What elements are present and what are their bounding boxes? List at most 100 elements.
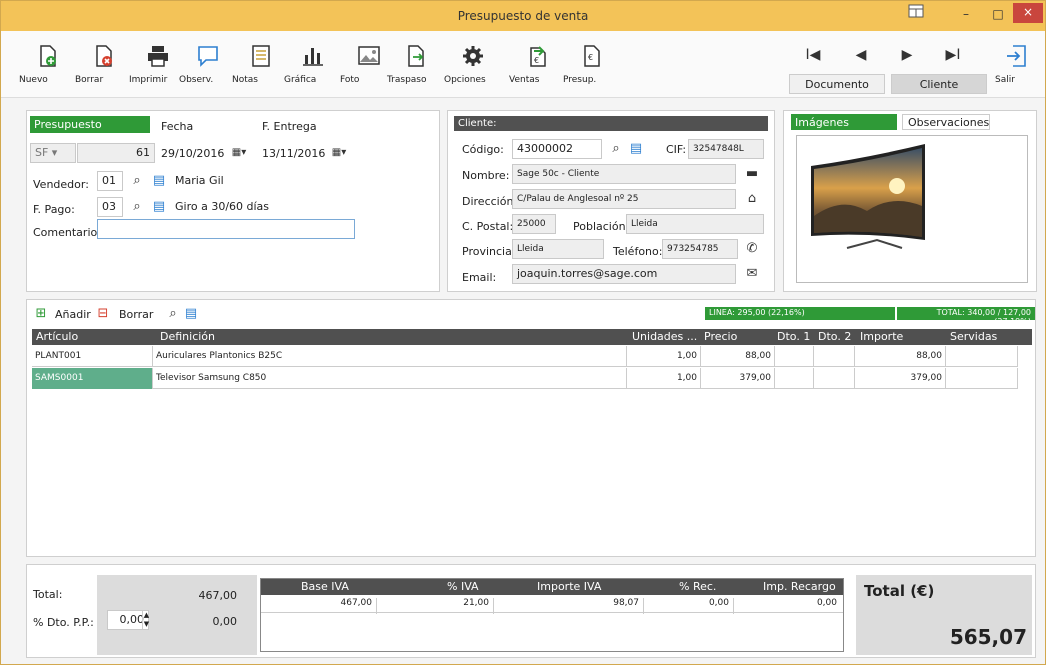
col-pct-iva: % IVA xyxy=(447,580,479,593)
grafica-button[interactable]: Gráfica xyxy=(284,45,342,85)
search-icon-2[interactable]: ⌕ xyxy=(129,199,145,215)
delete-line-button[interactable]: Borrar xyxy=(119,308,153,321)
home-icon[interactable]: ⌂ xyxy=(744,191,760,207)
col-importe[interactable]: Importe xyxy=(860,330,903,343)
gear-icon xyxy=(463,46,483,66)
cell-dto2[interactable] xyxy=(814,346,855,367)
nombre-label: Nombre: xyxy=(462,169,510,182)
open-record-icon-4[interactable]: ▤ xyxy=(183,306,199,322)
search-icon-3[interactable]: ⌕ xyxy=(608,141,624,157)
cell-dto1[interactable] xyxy=(775,346,814,367)
table-row[interactable]: PLANT001 Auriculares Plantonics B25C 1,0… xyxy=(32,346,1018,367)
dto-label: % Dto. P.P.: xyxy=(33,616,94,629)
chat-icon[interactable]: ▬ xyxy=(744,166,760,182)
borrar-label: Borrar xyxy=(75,75,104,85)
television-image xyxy=(811,144,925,249)
presup-button[interactable]: € Presup. xyxy=(563,45,621,85)
col-servidas[interactable]: Servidas xyxy=(950,330,997,343)
previous-record-button[interactable]: ◀ xyxy=(851,47,871,63)
nombre-field[interactable]: Sage 50c - Cliente xyxy=(512,164,736,184)
pago-code-field[interactable]: 03 xyxy=(97,197,123,217)
cell-dto1[interactable] xyxy=(775,368,814,389)
cell-importe[interactable]: 379,00 xyxy=(855,368,946,389)
nuevo-button[interactable]: Nuevo xyxy=(19,45,77,85)
lines-panel: ⊞ Añadir ⊟ Borrar ⌕ ▤ LINEA: 295,00 (22,… xyxy=(26,299,1036,557)
col-dto2[interactable]: Dto. 2 xyxy=(818,330,851,343)
maximize-button[interactable]: □ xyxy=(983,4,1013,26)
delete-line-icon[interactable]: ⊟ xyxy=(95,306,111,322)
client-panel: Cliente: Código: 43000002 ⌕ ▤ CIF: 32547… xyxy=(447,110,775,292)
table-row[interactable]: SAMS0001 Televisor Samsung C850 1,00 379… xyxy=(32,368,1018,389)
tab-observaciones[interactable]: Observaciones xyxy=(902,114,990,130)
pct-iva-value: 21,00 xyxy=(377,598,494,614)
fecha-field[interactable]: 29/10/2016 xyxy=(161,147,224,160)
add-line-button[interactable]: Añadir xyxy=(55,308,91,321)
borrar-button[interactable]: Borrar xyxy=(75,45,133,85)
col-precio[interactable]: Precio xyxy=(704,330,737,343)
cell-unidades[interactable]: 1,00 xyxy=(627,368,701,389)
restore-layout-icon[interactable] xyxy=(901,4,931,26)
direccion-field[interactable]: C/Palau de Anglesoal nº 25 xyxy=(512,189,736,209)
next-record-button[interactable]: ▶ xyxy=(897,47,917,63)
codigo-field[interactable]: 43000002 xyxy=(512,139,602,159)
cp-label: C. Postal: xyxy=(462,220,514,233)
printer-icon xyxy=(148,46,168,67)
comentario-field[interactable] xyxy=(97,219,355,239)
serie-select[interactable]: SF ▾ xyxy=(30,143,76,163)
col-unidades[interactable]: Unidades ... xyxy=(632,330,697,343)
cell-servidas[interactable] xyxy=(946,368,1018,389)
entrega-field[interactable]: 13/11/2016 xyxy=(262,147,325,160)
cell-precio[interactable]: 379,00 xyxy=(701,368,775,389)
window-title: Presupuesto de venta xyxy=(457,9,589,23)
documento-button[interactable]: Documento xyxy=(789,74,885,94)
notas-button[interactable]: Notas xyxy=(232,45,290,85)
dto-stepper[interactable]: ▲ ▼ xyxy=(142,611,150,629)
provincia-field[interactable]: Lleida xyxy=(512,239,604,259)
iva-row: 467,00 21,00 98,07 0,00 0,00 xyxy=(261,595,843,614)
calendar-icon[interactable]: ▦▾ xyxy=(227,145,251,161)
poblacion-field[interactable]: Lleida xyxy=(626,214,764,234)
ventas-button[interactable]: € Ventas xyxy=(509,45,567,85)
cp-field[interactable]: 25000 xyxy=(512,214,556,234)
grand-total-value: 565,07 xyxy=(949,625,1027,649)
minimize-button[interactable]: – xyxy=(951,4,981,26)
numero-field[interactable]: 61 xyxy=(77,143,155,163)
cell-definicion[interactable]: Televisor Samsung C850 xyxy=(153,368,627,389)
phone-icon[interactable]: ✆ xyxy=(744,241,760,257)
cell-importe[interactable]: 88,00 xyxy=(855,346,946,367)
ventas-label: Ventas xyxy=(509,75,540,85)
presupuesto-header: Presupuesto xyxy=(30,116,150,133)
cell-articulo[interactable]: SAMS0001 xyxy=(32,368,153,389)
salir-button[interactable]: Salir xyxy=(995,45,1039,85)
close-button[interactable]: × xyxy=(1013,3,1043,23)
email-field[interactable]: joaquin.torres@sage.com xyxy=(512,264,736,284)
open-record-icon-3[interactable]: ▤ xyxy=(628,141,644,157)
cell-servidas[interactable] xyxy=(946,346,1018,367)
calendar-icon-2[interactable]: ▦▾ xyxy=(327,145,351,161)
add-line-icon[interactable]: ⊞ xyxy=(33,306,49,322)
observ-button[interactable]: Observ. xyxy=(179,45,237,85)
search-icon-4[interactable]: ⌕ xyxy=(165,306,181,322)
col-articulo[interactable]: Artículo xyxy=(36,330,78,343)
tab-imagenes[interactable]: Imágenes artículos xyxy=(791,114,897,142)
cif-field[interactable]: 32547848L xyxy=(688,139,764,159)
col-definicion[interactable]: Definición xyxy=(160,330,215,343)
cell-precio[interactable]: 88,00 xyxy=(701,346,775,367)
open-record-icon[interactable]: ▤ xyxy=(151,173,167,189)
cliente-button[interactable]: Cliente xyxy=(891,74,987,94)
last-record-button[interactable]: ▶I xyxy=(943,47,963,63)
mail-icon[interactable]: ✉ xyxy=(744,266,760,282)
vendedor-code-field[interactable]: 01 xyxy=(97,171,123,191)
first-record-button[interactable]: I◀ xyxy=(803,47,823,63)
cell-definicion[interactable]: Auriculares Plantonics B25C xyxy=(153,346,627,367)
opciones-button[interactable]: Opciones xyxy=(444,45,502,85)
search-icon[interactable]: ⌕ xyxy=(129,173,145,189)
open-record-icon-2[interactable]: ▤ xyxy=(151,199,167,215)
cell-dto2[interactable] xyxy=(814,368,855,389)
cell-articulo[interactable]: PLANT001 xyxy=(32,346,153,367)
telefono-field[interactable]: 973254785 xyxy=(662,239,738,259)
totals-panel: Total: 467,00 % Dto. P.P.: 0,00 ▲ ▼ 0,00 … xyxy=(26,564,1036,658)
col-dto1[interactable]: Dto. 1 xyxy=(777,330,810,343)
traspaso-button[interactable]: Traspaso xyxy=(387,45,445,85)
cell-unidades[interactable]: 1,00 xyxy=(627,346,701,367)
